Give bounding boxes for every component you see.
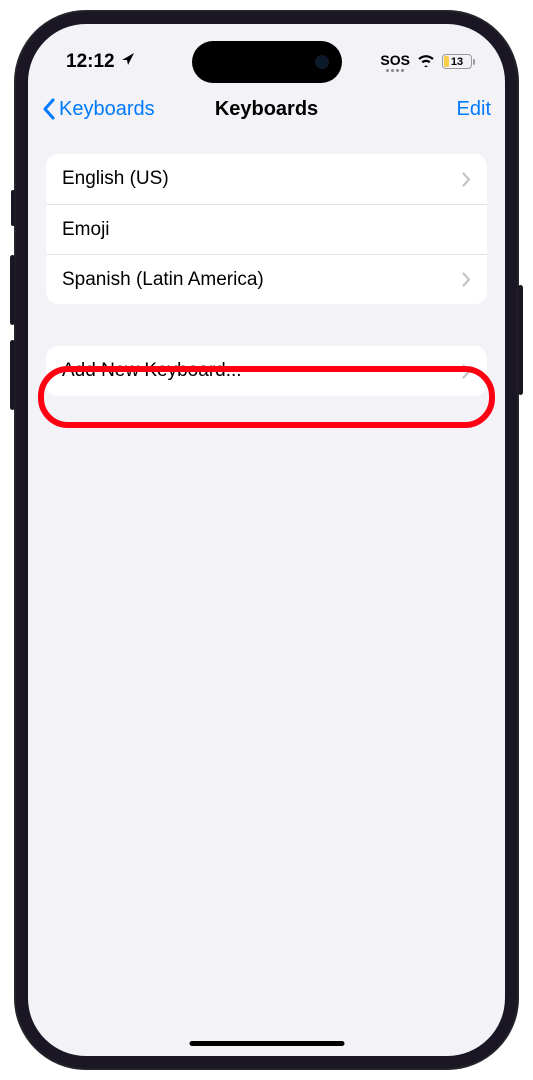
chevron-right-icon [462, 364, 471, 379]
phone-frame: 12:12 SOS 13 [14, 10, 519, 1070]
wifi-icon [416, 51, 436, 73]
chevron-left-icon [42, 98, 56, 120]
back-label: Keyboards [59, 98, 155, 121]
keyboard-label: Emoji [62, 219, 110, 241]
side-button-power [518, 285, 523, 395]
keyboard-list: English (US) Emoji Spanish (Latin Americ… [46, 154, 487, 304]
add-keyboard-group: Add New Keyboard... [46, 346, 487, 396]
chevron-right-icon [462, 272, 471, 287]
nav-bar: Keyboards Keyboards Edit [28, 84, 505, 134]
status-right: SOS 13 [380, 51, 475, 73]
location-icon [120, 51, 136, 73]
content: English (US) Emoji Spanish (Latin Americ… [28, 134, 505, 396]
sos-indicator: SOS [380, 52, 410, 72]
add-new-keyboard-button[interactable]: Add New Keyboard... [46, 346, 487, 396]
add-new-label: Add New Keyboard... [62, 360, 242, 382]
side-button-volume-down [10, 340, 15, 410]
keyboard-label: English (US) [62, 168, 169, 190]
keyboard-label: Spanish (Latin America) [62, 269, 264, 291]
side-button-volume-up [10, 255, 15, 325]
back-button[interactable]: Keyboards [42, 98, 155, 121]
home-indicator[interactable] [189, 1041, 344, 1046]
status-left: 12:12 [66, 51, 136, 73]
edit-button[interactable]: Edit [457, 98, 491, 121]
page-title: Keyboards [215, 98, 318, 121]
dynamic-island [192, 41, 342, 83]
keyboard-item-emoji[interactable]: Emoji [46, 204, 487, 254]
side-button-silence [11, 190, 15, 226]
chevron-right-icon [462, 172, 471, 187]
status-time: 12:12 [66, 51, 115, 73]
front-camera [315, 55, 329, 69]
battery-icon: 13 [442, 54, 475, 69]
keyboard-item-english[interactable]: English (US) [46, 154, 487, 204]
screen: 12:12 SOS 13 [28, 24, 505, 1056]
keyboard-item-spanish[interactable]: Spanish (Latin America) [46, 254, 487, 304]
